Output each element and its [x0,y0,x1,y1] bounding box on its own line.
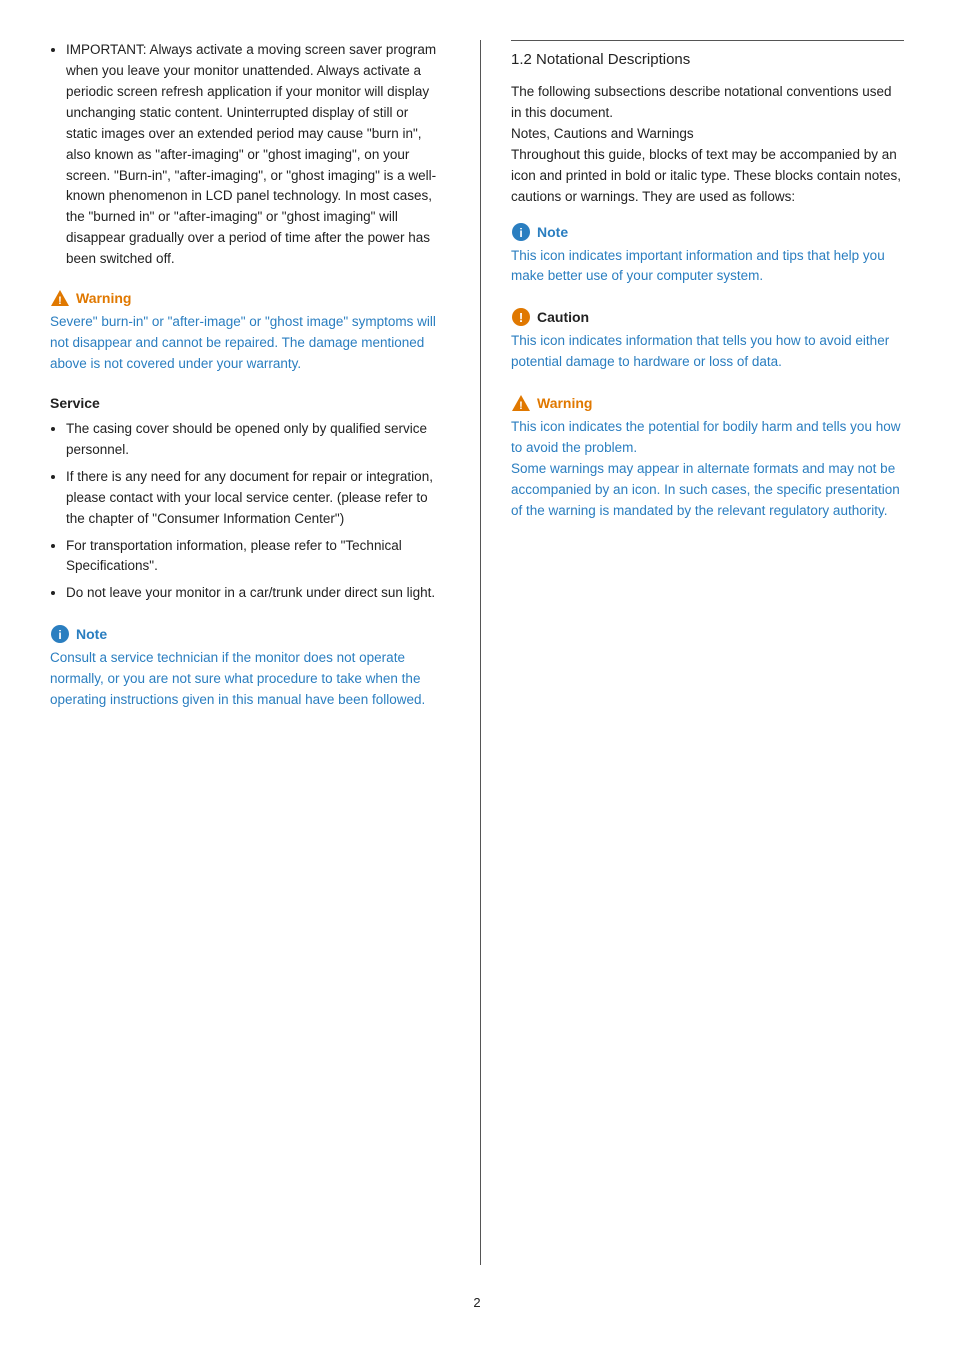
service-list-item-3: For transportation information, please r… [66,536,440,578]
svg-text:!: ! [519,400,523,412]
svg-text:i: i [58,628,61,642]
note-circle-icon-1: i [50,624,70,644]
service-list-item-2: If there is any need for any document fo… [66,467,440,530]
caution-label-right: Caution [537,309,589,325]
note-header-right: i Note [511,222,904,242]
svg-text:!: ! [58,295,62,307]
note-box-1: i Note Consult a service technician if t… [50,624,440,711]
warning-label-right: Warning [537,395,592,411]
note-text-right: This icon indicates important informatio… [511,246,904,288]
warning-box-right: ! Warning This icon indicates the potent… [511,393,904,522]
warning-triangle-icon-1: ! [50,288,70,308]
right-intro-text: The following subsections describe notat… [511,82,904,208]
note-label-1: Note [76,626,107,642]
service-section: Service The casing cover should be opene… [50,395,440,604]
caution-text-right: This icon indicates information that tel… [511,331,904,373]
warning-header-1: ! Warning [50,288,440,308]
right-column: 1.2 Notational Descriptions The followin… [480,40,904,1265]
warning-header-right: ! Warning [511,393,904,413]
service-list: The casing cover should be opened only b… [50,419,440,604]
svg-text:i: i [519,226,522,240]
warning-label-1: Warning [76,290,131,306]
warning-box-1: ! Warning Severe" burn-in" or "after-ima… [50,288,440,375]
warning-triangle-icon-right: ! [511,393,531,413]
service-title: Service [50,395,440,411]
warning-text-right: This icon indicates the potential for bo… [511,417,904,522]
note-box-right: i Note This icon indicates important inf… [511,222,904,288]
service-list-item-4: Do not leave your monitor in a car/trunk… [66,583,440,604]
caution-header-right: ! Caution [511,307,904,327]
page-number: 2 [50,1295,904,1310]
right-section-title: 1.2 Notational Descriptions [511,51,904,68]
note-label-right: Note [537,224,568,240]
svg-text:!: ! [519,310,523,325]
intro-bullet-list: IMPORTANT: Always activate a moving scre… [50,40,440,270]
note-text-1: Consult a service technician if the moni… [50,648,440,711]
columns: IMPORTANT: Always activate a moving scre… [50,40,904,1265]
note-header-1: i Note [50,624,440,644]
note-circle-icon-right: i [511,222,531,242]
page: IMPORTANT: Always activate a moving scre… [0,0,954,1350]
caution-box-right: ! Caution This icon indicates informatio… [511,307,904,373]
warning-text-1: Severe" burn-in" or "after-image" or "gh… [50,312,440,375]
left-column: IMPORTANT: Always activate a moving scre… [50,40,440,1265]
list-item: IMPORTANT: Always activate a moving scre… [66,40,440,270]
service-list-item-1: The casing cover should be opened only b… [66,419,440,461]
caution-circle-icon-right: ! [511,307,531,327]
section-divider [511,40,904,41]
